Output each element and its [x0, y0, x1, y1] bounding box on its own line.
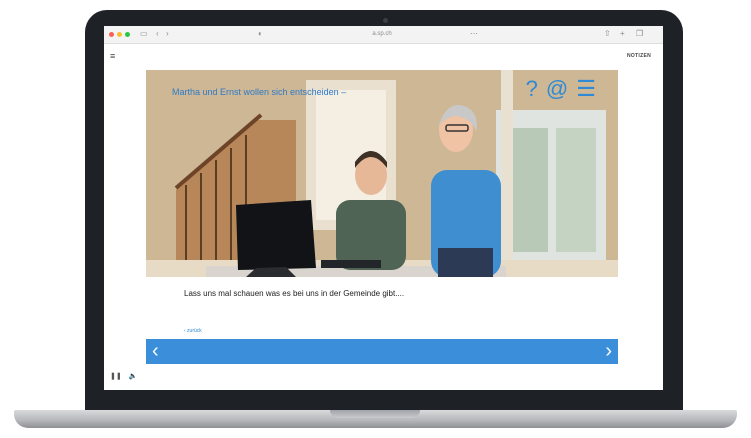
back-link[interactable]: ‹ zurück [184, 328, 202, 334]
close-window-button[interactable] [109, 32, 114, 37]
dialogue-text: Lass uns mal schauen was es bei uns in d… [184, 289, 405, 298]
contact-icon[interactable]: @ [546, 76, 576, 101]
scene-toolbar: ?@☰ [526, 76, 604, 102]
minimize-window-button[interactable] [117, 32, 122, 37]
notes-button[interactable]: NOTIZEN [627, 53, 651, 59]
hamburger-menu-icon[interactable]: ≡ [110, 51, 115, 61]
laptop-notch [330, 410, 420, 418]
camera [383, 18, 388, 23]
scene-title: Martha und Ernst wollen sich entscheiden… [172, 87, 347, 97]
zoom-window-button[interactable] [125, 32, 130, 37]
chevron-right-icon[interactable]: › [166, 29, 169, 39]
previous-slide-button[interactable]: ‹ [152, 341, 159, 361]
playback-controls: ❚❚ 🔈 [110, 373, 142, 381]
new-tab-icon[interactable]: + [620, 29, 625, 39]
next-slide-button[interactable]: › [605, 341, 612, 361]
volume-icon[interactable]: 🔈 [129, 373, 138, 380]
slide-navigation-bar: ‹ › [146, 339, 618, 364]
laptop-screen: ▭ ‹ › ◐ a.sp.ch ⋯ ⇧ + ❐ ≡ NOTIZEN Martha… [104, 26, 663, 390]
browser-toolbar: ▭ ‹ › ◐ a.sp.ch ⋯ ⇧ + ❐ [104, 26, 663, 44]
chevron-left-icon[interactable]: ‹ [156, 29, 159, 39]
shield-icon[interactable]: ◐ [258, 29, 263, 39]
menu-icon[interactable]: ☰ [576, 76, 604, 101]
tabs-icon[interactable]: ❐ [636, 29, 643, 39]
reader-icon[interactable]: ⋯ [470, 29, 478, 39]
share-icon[interactable]: ⇧ [604, 29, 611, 39]
help-icon[interactable]: ? [526, 76, 546, 101]
pause-icon[interactable]: ❚❚ [110, 373, 122, 380]
address-bar[interactable]: a.sp.ch [342, 29, 422, 39]
sidebar-icon[interactable]: ▭ [140, 29, 148, 39]
scene-illustration: Martha und Ernst wollen sich entscheiden… [146, 70, 618, 277]
